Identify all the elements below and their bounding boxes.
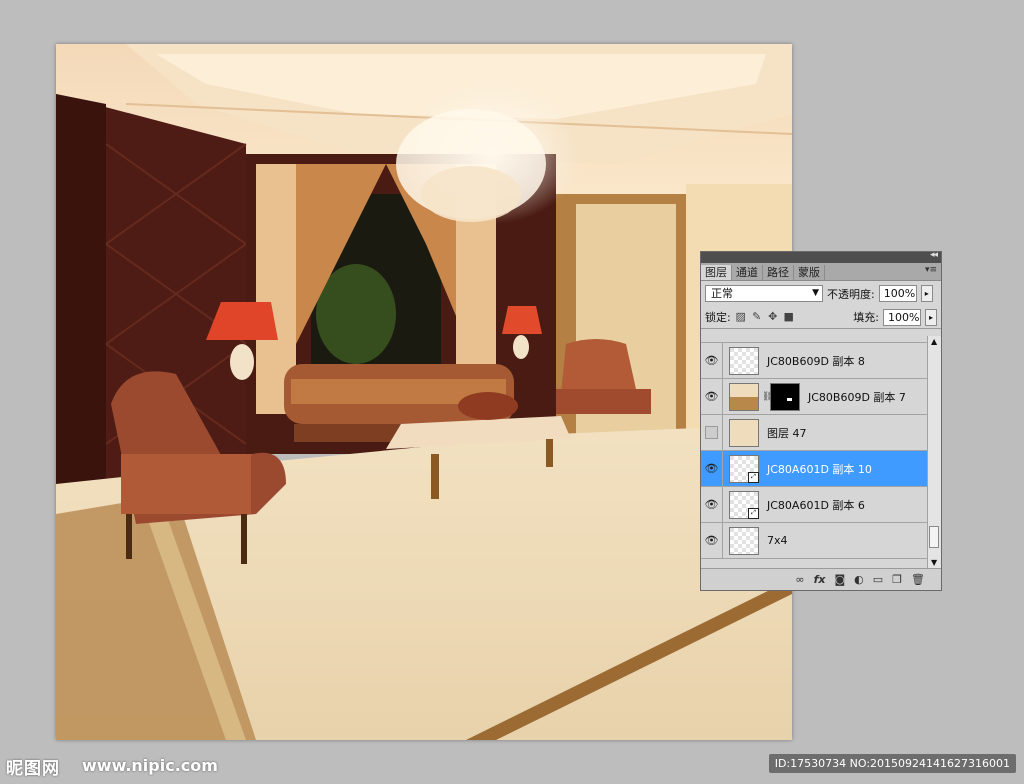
layer-row[interactable]: 👁 ⤢ JC80A601D 副本 6	[701, 486, 927, 523]
layer-thumbnail: ⤢	[729, 490, 759, 519]
blend-mode-select[interactable]: 正常 ▼	[705, 285, 823, 302]
layers-panel: ◂◂ 图层 通道 路径 蒙版 ▾≡ 正常 ▼ 不透明度: 100% ▸ 锁定: …	[700, 250, 942, 591]
lock-transparent-icon[interactable]: ▨	[735, 311, 747, 323]
layer-thumbnail	[729, 526, 759, 555]
lock-label: 锁定:	[705, 311, 731, 324]
visibility-toggle-off[interactable]	[701, 414, 723, 451]
visibility-eye-icon[interactable]: 👁	[701, 522, 723, 559]
adjustment-icon[interactable]: ◐	[854, 573, 864, 586]
layer-row[interactable]: 👁 7x4	[701, 522, 927, 559]
lock-pixels-brush-icon[interactable]: ✎	[751, 311, 763, 323]
living-room-image	[56, 44, 792, 740]
layer-name: JC80B609D 副本 7	[808, 390, 906, 404]
new-layer-icon[interactable]: ❐	[892, 573, 902, 586]
layer-thumbnail: ⤢	[729, 454, 759, 483]
layer-name: 7x4	[767, 534, 788, 547]
tab-masks[interactable]: 蒙版	[794, 265, 825, 280]
collapse-icon[interactable]: ◂◂	[930, 250, 938, 260]
visibility-eye-icon[interactable]: 👁	[701, 486, 723, 523]
layers-scrollbar[interactable]: ▲ ▼	[927, 336, 941, 568]
trash-icon[interactable]: 🗑	[911, 573, 925, 586]
layer-thumbnail	[729, 418, 759, 447]
layer-row-partial	[701, 336, 927, 343]
smart-object-icon: ⤢	[748, 471, 759, 483]
chevron-down-icon: ▼	[812, 288, 819, 298]
scroll-up-arrow-icon[interactable]: ▲	[931, 337, 937, 346]
mask-link-icon[interactable]: ⛓	[762, 392, 773, 402]
layer-name: JC80A601D 副本 10	[767, 462, 872, 476]
scrollbar-thumb[interactable]	[929, 526, 939, 548]
fill-slider-button[interactable]: ▸	[925, 308, 937, 326]
image-id-badge: ID:17530734 NO:20150924141627316001	[768, 754, 1016, 773]
layer-row[interactable]: 图层 47	[701, 414, 927, 451]
lock-position-move-icon[interactable]: ✥	[767, 311, 779, 323]
scroll-down-arrow-icon[interactable]: ▼	[931, 558, 937, 567]
tab-paths[interactable]: 路径	[763, 265, 794, 280]
layer-name: JC80A601D 副本 6	[767, 498, 865, 512]
blend-mode-value: 正常	[711, 287, 733, 300]
opacity-input[interactable]: 100%	[878, 285, 917, 302]
layer-name: 图层 47	[767, 426, 807, 440]
fill-input[interactable]: 100%	[883, 308, 921, 326]
layer-mask-thumbnail[interactable]	[770, 382, 800, 411]
panel-title-bar[interactable]: ◂◂	[701, 250, 941, 263]
smart-object-icon: ⤢	[748, 507, 759, 519]
mask-icon[interactable]: ◙	[834, 573, 845, 586]
layer-name: JC80B609D 副本 8	[767, 354, 865, 368]
panel-tabs: 图层 通道 路径 蒙版 ▾≡	[701, 263, 941, 281]
nipic-logo: 昵图网	[6, 759, 60, 779]
opacity-slider-button[interactable]: ▸	[920, 285, 933, 302]
opacity-label: 不透明度:	[827, 287, 875, 301]
layer-row-selected[interactable]: 👁 ⤢ JC80A601D 副本 10	[701, 450, 927, 487]
panel-menu-icon[interactable]: ▾≡	[925, 265, 937, 275]
visibility-eye-icon[interactable]: 👁	[701, 450, 723, 487]
layer-row[interactable]: 👁 JC80B609D 副本 8	[701, 342, 927, 379]
layer-row[interactable]: 👁 ⛓ JC80B609D 副本 7	[701, 378, 927, 415]
layer-thumbnail	[729, 382, 759, 411]
fx-icon[interactable]: fx	[814, 573, 826, 586]
tab-layers[interactable]: 图层	[701, 265, 732, 280]
nipic-site-url: www.nipic.com	[82, 756, 218, 775]
layer-thumbnail	[729, 346, 759, 375]
lock-all-icon[interactable]: ■	[783, 311, 795, 323]
link-icon[interactable]: ∞	[795, 573, 804, 586]
layers-panel-footer: ∞ fx ◙ ◐ ▭ ❐ 🗑	[701, 568, 941, 590]
group-icon[interactable]: ▭	[873, 573, 883, 586]
layers-list: 👁 JC80B609D 副本 8 👁 ⛓ JC80B609D 副本 7 图层 4…	[701, 336, 927, 568]
document-canvas-photo	[56, 44, 792, 740]
visibility-eye-icon[interactable]: 👁	[701, 342, 723, 379]
tab-channels[interactable]: 通道	[732, 265, 763, 280]
fill-label: 填充:	[853, 311, 879, 324]
visibility-eye-icon[interactable]: 👁	[701, 378, 723, 415]
